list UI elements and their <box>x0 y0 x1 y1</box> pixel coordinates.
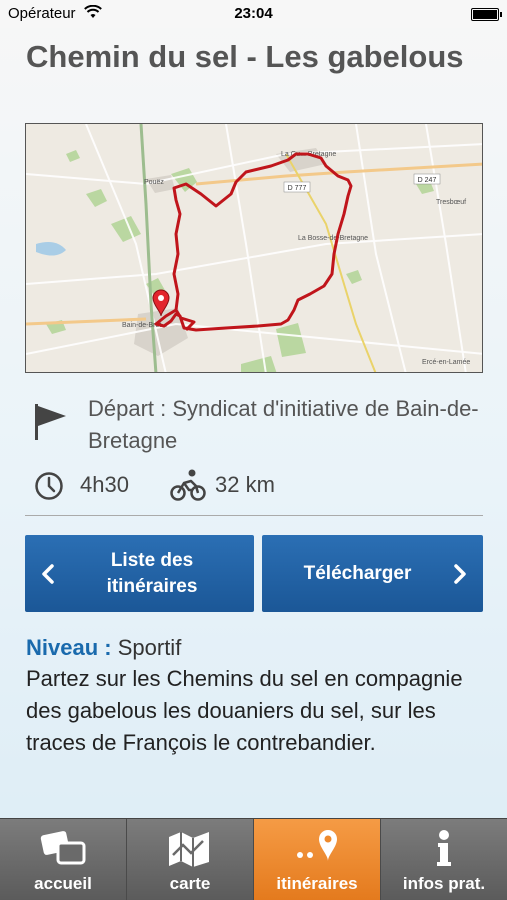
route-list-button-label: Liste des itinéraires <box>106 549 198 597</box>
route-map[interactable]: D 777 D 247 La Gu... Bretagne La Bosse-d… <box>25 123 483 373</box>
route-pin-icon <box>297 830 337 861</box>
difficulty-level: Niveau : Sportif <box>26 635 181 661</box>
page-title: Chemin du sel - Les gabelous <box>26 39 464 74</box>
map-label-d247: D 247 <box>418 177 437 184</box>
tab-carte[interactable]: carte <box>127 819 254 900</box>
flag-icon <box>35 404 66 440</box>
battery-icon <box>471 8 502 21</box>
tab-accueil[interactable]: accueil <box>0 819 127 900</box>
map-icon <box>169 832 209 867</box>
route-description: Partez sur les Chemins du sel en compagn… <box>26 666 463 755</box>
cards-icon <box>40 831 86 865</box>
info-icon <box>437 830 451 866</box>
tab-infos[interactable]: infos prat. <box>381 819 507 900</box>
level-value: Sportif <box>117 635 182 660</box>
map-label-erce: Ercé-en-Lamée <box>422 359 470 366</box>
tab-label: infos prat. <box>402 874 486 893</box>
clock-icon <box>35 472 63 500</box>
level-label: Niveau : <box>26 635 112 660</box>
map-label-tresboeuf: Tresbœuf <box>436 199 466 206</box>
map-label-la-bosse: La Bosse-de-Bretagne <box>298 235 368 242</box>
route-list-button[interactable]: Liste des itinéraires <box>25 535 254 612</box>
status-bar: Opérateur 23:04 <box>0 0 507 28</box>
map-label-d777: D 777 <box>288 185 307 192</box>
tab-label: carte <box>169 874 211 893</box>
departure-text: Départ : Syndicat d'initiative de Bain-d… <box>88 396 479 453</box>
divider <box>25 515 483 516</box>
tab-itineraires[interactable]: itinéraires <box>254 819 381 900</box>
duration-value: 4h30 <box>80 472 129 497</box>
map-label-pouez: Pouëz <box>144 179 164 186</box>
clock-time: 23:04 <box>234 5 273 22</box>
tab-label: accueil <box>34 874 92 893</box>
download-button-label: Télécharger <box>303 562 412 584</box>
tab-bar: accueil carte itinéraires infos prat. <box>0 818 507 900</box>
chevron-left-icon <box>42 564 54 584</box>
distance-value: 32 km <box>215 472 275 497</box>
tab-label: itinéraires <box>276 874 358 893</box>
download-button[interactable]: Télécharger <box>262 535 483 612</box>
chevron-right-icon <box>454 564 466 584</box>
bicycle-icon <box>170 469 206 501</box>
